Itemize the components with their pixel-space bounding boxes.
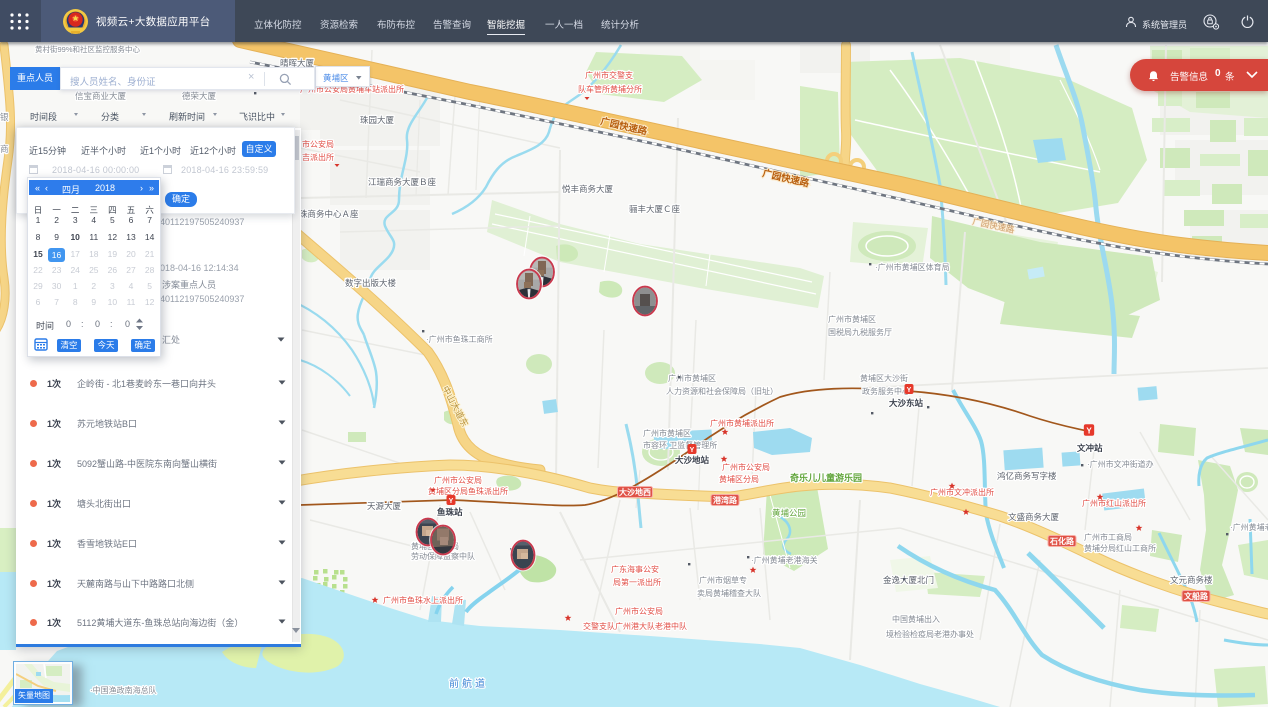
svg-text:交警支队广州港大队老港中队: 交警支队广州港大队老港中队 — [583, 621, 687, 631]
svg-text:黄埔区大沙街: 黄埔区大沙街 — [860, 373, 908, 383]
svg-text:广州市公安局: 广州市公安局 — [722, 462, 770, 472]
svg-text:境检验检疫局老港办事处: 境检验检疫局老港办事处 — [886, 629, 974, 639]
svg-text:广州市黄埔派出所: 广州市黄埔派出所 — [710, 418, 774, 428]
svg-text:银: 银 — [0, 112, 9, 122]
svg-text:大沙东站: 大沙东站 — [889, 398, 924, 408]
svg-text:Y: Y — [1086, 427, 1092, 436]
svg-text:Y: Y — [449, 498, 454, 505]
svg-text:广州市公安局: 广州市公安局 — [434, 475, 482, 485]
svg-text:广东海事公安: 广东海事公安 — [611, 564, 659, 574]
svg-text:·广州市文冲街道办: ·广州市文冲街道办 — [1087, 459, 1154, 469]
svg-text:广州市黄埔区: 广州市黄埔区 — [828, 314, 876, 324]
svg-text:文元商务楼: 文元商务楼 — [1170, 575, 1213, 585]
svg-text:市容环 卫监督管理所: 市容环 卫监督管理所 — [643, 440, 717, 450]
svg-text:·广州市鱼珠工商所: ·广州市鱼珠工商所 — [426, 334, 493, 344]
svg-text:局第一派出所: 局第一派出所 — [613, 577, 661, 587]
svg-text:金逸大厦北门: 金逸大厦北门 — [883, 575, 934, 585]
svg-text:文冲站: 文冲站 — [1077, 443, 1103, 453]
svg-text:广州市文冲派出所: 广州市文冲派出所 — [930, 487, 994, 497]
svg-text:吉派出所: 吉派出所 — [302, 152, 334, 162]
svg-text:市公安局: 市公安局 — [302, 139, 334, 149]
svg-text:·广州黄埔老: ·广州黄埔老 — [1230, 522, 1268, 532]
svg-text:·广州黄埔老港海关: ·广州黄埔老港海关 — [751, 555, 818, 565]
svg-text:鸿亿商务写字楼: 鸿亿商务写字楼 — [997, 471, 1057, 481]
svg-text:前航道: 前航道 — [449, 677, 488, 690]
svg-text:中国黄埔出入: 中国黄埔出入 — [892, 614, 940, 624]
svg-text:政务服务中心: 政务服务中心 — [862, 386, 910, 396]
svg-text:石化路: 石化路 — [1049, 536, 1075, 546]
svg-text:珠商务中心Ａ座: 珠商务中心Ａ座 — [299, 209, 359, 219]
svg-text:黄埔公园: 黄埔公园 — [772, 508, 806, 518]
svg-text:·中国渔政南海总队: ·中国渔政南海总队 — [90, 685, 157, 695]
svg-text:广州市黄埔区: 广州市黄埔区 — [668, 373, 716, 383]
svg-text:大沙地站: 大沙地站 — [675, 455, 710, 465]
svg-text:文船路: 文船路 — [1184, 591, 1209, 601]
svg-text:大沙地西: 大沙地西 — [619, 487, 651, 497]
svg-text:·广州市黄埔区体育局: ·广州市黄埔区体育局 — [875, 262, 950, 272]
svg-text:鱼珠站: 鱼珠站 — [437, 507, 463, 517]
svg-text:商: 商 — [0, 144, 9, 154]
svg-text:港湾路: 港湾路 — [713, 495, 738, 505]
svg-text:黄埔分局红山工商所: 黄埔分局红山工商所 — [1084, 543, 1156, 553]
svg-text:信宝商业大厦: 信宝商业大厦 — [75, 91, 127, 101]
svg-text:广州市黄埔区: 广州市黄埔区 — [643, 428, 691, 438]
svg-text:卖局黄埔稽查大队: 卖局黄埔稽查大队 — [697, 588, 761, 598]
svg-text:广州市工商局: 广州市工商局 — [1084, 532, 1132, 542]
svg-text:骊丰大厦Ｃ座: 骊丰大厦Ｃ座 — [629, 204, 681, 214]
svg-text:奇乐儿儿童游乐园: 奇乐儿儿童游乐园 — [790, 472, 862, 483]
svg-text:广州市交警支: 广州市交警支 — [585, 70, 633, 80]
svg-text:天源大厦: 天源大厦 — [367, 501, 402, 511]
svg-text:人力资源和社会保障局（旧址）: 人力资源和社会保障局（旧址） — [666, 386, 778, 396]
svg-text:Y: Y — [690, 447, 695, 454]
svg-text:广州市烟草专: 广州市烟草专 — [699, 575, 747, 585]
svg-text:珠园大厦: 珠园大厦 — [360, 115, 395, 125]
svg-text:Y: Y — [907, 387, 912, 394]
svg-text:广州市红山派出所: 广州市红山派出所 — [1082, 498, 1146, 508]
svg-text:黄埔区分局: 黄埔区分局 — [719, 474, 759, 484]
svg-text:悦丰商务大厦: 悦丰商务大厦 — [562, 184, 614, 194]
svg-text:队车管所黄埔分所: 队车管所黄埔分所 — [578, 84, 642, 94]
svg-text:数字出版大楼: 数字出版大楼 — [345, 278, 397, 288]
svg-text:黄村街99%和社区监控服务中心: 黄村街99%和社区监控服务中心 — [35, 44, 141, 54]
svg-text:广州市鱼珠水上派出所: 广州市鱼珠水上派出所 — [383, 595, 463, 605]
svg-text:广州市公安局: 广州市公安局 — [615, 606, 663, 616]
svg-text:德荣大厦: 德荣大厦 — [182, 91, 217, 101]
svg-text:国税局九税服务厅: 国税局九税服务厅 — [828, 327, 892, 337]
svg-text:文盛商务大厦: 文盛商务大厦 — [1008, 512, 1060, 522]
svg-text:黄埔区分局鱼珠派出所: 黄埔区分局鱼珠派出所 — [428, 486, 508, 496]
svg-text:江瑞商务大厦Ｂ座: 江瑞商务大厦Ｂ座 — [368, 177, 437, 187]
